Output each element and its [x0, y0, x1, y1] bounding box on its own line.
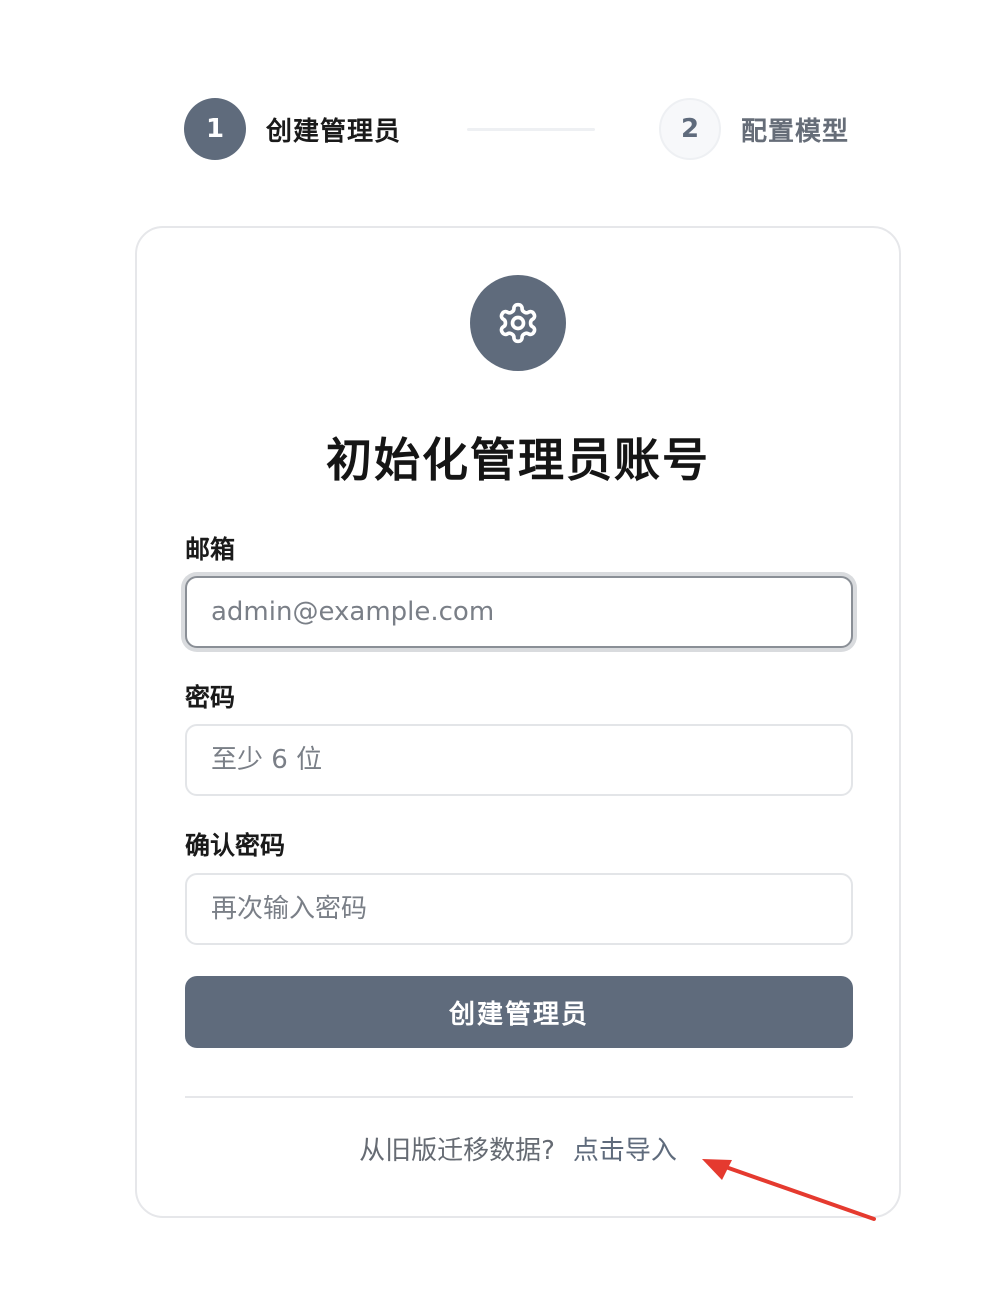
- step-1: 1 创建管理员: [184, 98, 401, 160]
- stepper: 1 创建管理员 2 配置模型: [184, 98, 854, 160]
- gear-icon: [499, 302, 537, 344]
- step-2: 2 配置模型: [659, 98, 849, 160]
- email-input[interactable]: [185, 576, 853, 648]
- step-1-label: 创建管理员: [266, 116, 402, 147]
- migration-text: 从旧版迁移数据?: [359, 1136, 555, 1166]
- divider: [185, 1096, 853, 1098]
- setup-card: 初始化管理员账号 邮箱 密码 确认密码 创建管理员 从旧版迁移数据? 点击导入: [135, 226, 901, 1218]
- email-label: 邮箱: [185, 535, 236, 564]
- confirm-password-label: 确认密码: [185, 831, 286, 860]
- confirm-password-input[interactable]: [185, 873, 853, 945]
- page-title: 初始化管理员账号: [326, 433, 710, 487]
- red-arrow-icon: [702, 1159, 876, 1221]
- create-admin-button[interactable]: 创建管理员: [185, 976, 853, 1048]
- import-link[interactable]: 点击导入: [573, 1136, 677, 1166]
- password-input[interactable]: [185, 724, 853, 796]
- password-label: 密码: [185, 683, 236, 712]
- step-2-number: 2: [659, 98, 722, 160]
- step-connector: [467, 127, 596, 131]
- step-2-label: 配置模型: [741, 116, 850, 147]
- setup-page: 1 创建管理员 2 配置模型 初始化管理员账号 邮箱 密码 确认密码 创建管理员…: [0, 0, 984, 1312]
- step-1-number: 1: [184, 98, 246, 160]
- gear-icon-badge: [470, 275, 566, 371]
